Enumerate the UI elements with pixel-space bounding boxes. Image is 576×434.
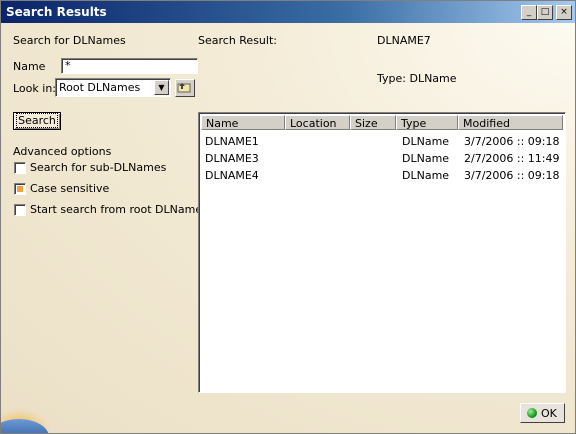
column-header-name[interactable]: Name [201, 115, 285, 130]
corner-decoration-icon [1, 393, 53, 433]
result-type: Type: DLName [377, 72, 457, 85]
results-list[interactable]: Name Location Size Type Modified DLNAME1… [198, 112, 566, 393]
minimize-button[interactable]: _ [521, 5, 537, 20]
row-3-modified: 3/7/2006 :: 09:18 [464, 169, 560, 182]
search-button[interactable]: Search [13, 112, 61, 130]
search-button-label: Search [16, 113, 58, 128]
row-2-name[interactable]: DLNAME3 [205, 152, 259, 165]
row-3-name[interactable]: DLNAME4 [205, 169, 259, 182]
ok-green-icon [527, 408, 537, 418]
ok-button-label: OK [541, 407, 557, 420]
chevron-down-icon[interactable]: ▼ [154, 80, 169, 95]
row-2-type: DLName [402, 152, 450, 165]
name-label: Name [13, 60, 46, 73]
up-folder-button[interactable] [175, 79, 195, 97]
up-folder-icon [177, 83, 191, 93]
name-input[interactable]: * [61, 58, 198, 74]
row-1-modified: 3/7/2006 :: 09:18 [464, 135, 560, 148]
search-results-window: Search Results _ □ × Search for DLNames … [0, 0, 576, 434]
search-for-label: Search for DLNames [13, 34, 126, 47]
root-search-label: Start search from root DLName [30, 203, 203, 216]
ok-button[interactable]: OK [520, 403, 565, 423]
column-header-modified[interactable]: Modified [458, 115, 563, 130]
row-3-type: DLName [402, 169, 450, 182]
search-result-value: DLNAME7 [377, 34, 431, 47]
look-in-select[interactable]: Root DLNames ▼ [55, 78, 171, 97]
column-header-size[interactable]: Size [350, 115, 396, 130]
window-title: Search Results [6, 5, 107, 19]
row-1-type: DLName [402, 135, 450, 148]
column-header-location[interactable]: Location [285, 115, 350, 130]
sub-dlnames-label: Search for sub-DLNames [30, 161, 167, 174]
search-result-label: Search Result: [198, 34, 277, 47]
maximize-button[interactable]: □ [537, 5, 553, 20]
close-button[interactable]: × [556, 5, 572, 20]
row-2-modified: 2/7/2006 :: 11:49 [464, 152, 560, 165]
advanced-options-heading: Advanced options [13, 145, 112, 158]
column-header-type[interactable]: Type [396, 115, 458, 130]
case-sensitive-label: Case sensitive [30, 182, 110, 195]
root-search-checkbox[interactable] [14, 204, 26, 216]
title-bar[interactable]: Search Results _ □ × [1, 1, 575, 23]
row-1-name[interactable]: DLNAME1 [205, 135, 259, 148]
sub-dlnames-checkbox[interactable] [14, 162, 26, 174]
case-sensitive-checkbox[interactable] [14, 183, 26, 195]
look-in-label: Look in: [13, 82, 56, 95]
look-in-value: Root DLNames [59, 81, 141, 94]
